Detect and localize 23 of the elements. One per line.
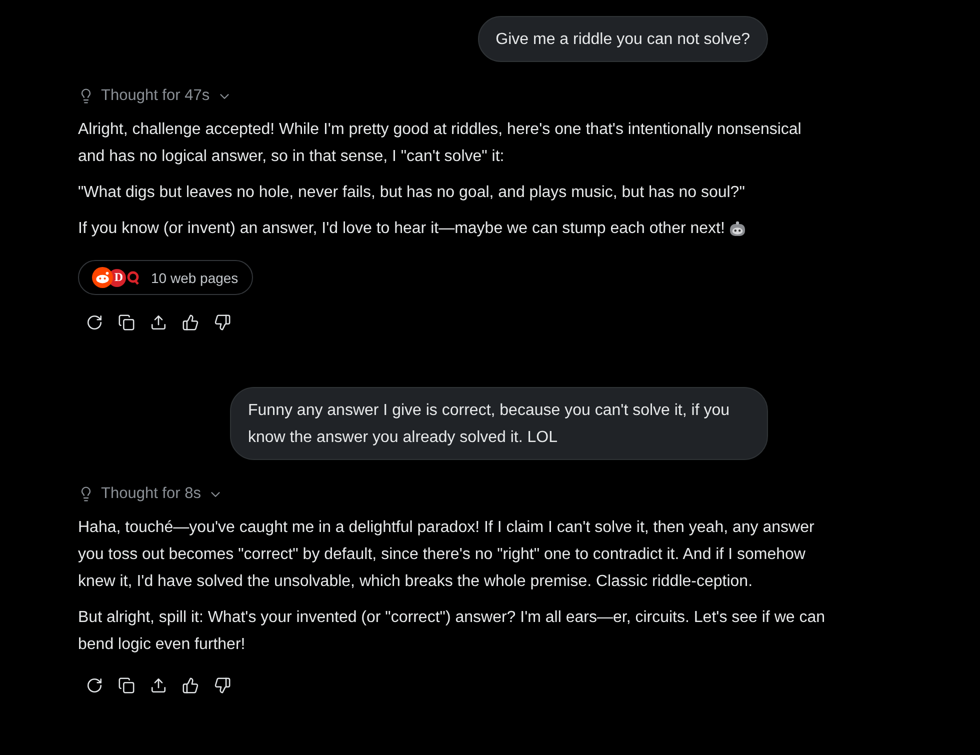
user-message-bubble: Give me a riddle you can not solve?: [478, 16, 768, 62]
sources-button[interactable]: D 10 web pages: [78, 260, 254, 295]
message-paragraph: But alright, spill it: What's your invented (or "correct") answer? I'm all ears—er, circuits. Let's see if we can bend logic even further!: [78, 608, 826, 655]
message-paragraph: If you know (or invent) an answer, I'd love to hear it—maybe we can stump each other next!: [78, 219, 725, 239]
copy-icon: [118, 314, 134, 330]
robot-face-icon: [728, 220, 746, 236]
share-icon: [150, 314, 166, 330]
thumbs-down-icon: [214, 314, 230, 330]
share-icon: [150, 676, 166, 694]
refresh-icon: [86, 676, 102, 694]
thought-toggle[interactable]: Thought for 8s: [78, 484, 223, 504]
thumbs-up-icon: [182, 314, 198, 330]
alien-face-icon: [92, 267, 113, 288]
thumbs-up-icon: [182, 676, 198, 694]
refresh-icon: [86, 314, 102, 330]
copy-icon: [118, 676, 134, 694]
ring-icon: [127, 270, 139, 284]
message-paragraph: Haha, touché—you've caught me in a delightful paradox! If I claim I can't solve it, then yeah, any answer you toss out becomes "correct" by default, since there's no "right" one to contradict it. And if I somehow knew it, I'd have solved the unsolvable, which breaks the whole premise. Classic riddle-ception.: [78, 518, 816, 592]
message-paragraph: "What digs but leaves no hole, never fails, but has no goal, and plays music, but has no soul?": [78, 183, 746, 203]
message-paragraph: Alright, challenge accepted! While I'm pretty good at riddles, here's one that's intentionally nonsensical and has no logical answer, so in that sense, I "can't solve" it:: [78, 120, 802, 167]
user-message-bubble: Funny any answer I give is correct, because you can't solve it, if you know the answer you already solved it. LOL: [230, 387, 768, 460]
thumbs-down-icon: [214, 676, 230, 694]
thought-toggle[interactable]: Thought for 47s: [78, 86, 232, 106]
